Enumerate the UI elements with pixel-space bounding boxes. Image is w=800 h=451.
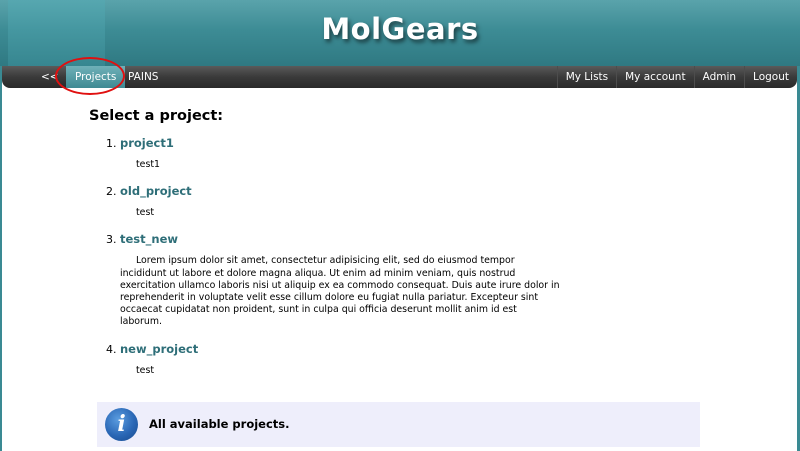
project-link[interactable]: old_project [120, 184, 192, 198]
nav-my-account-link[interactable]: My account [616, 66, 693, 88]
project-description: test [136, 364, 155, 376]
project-description: test1 [136, 159, 160, 170]
nav-my-lists-link[interactable]: My Lists [556, 66, 616, 88]
page-heading: Select a project: [89, 108, 224, 124]
main-navbar: << Projects PAINS My Lists My account Ad… [2, 66, 797, 88]
project-list-item: project1 test1 [120, 136, 709, 171]
project-link[interactable]: project1 [120, 136, 174, 150]
project-list-item: new_project test [120, 342, 709, 377]
site-title: MolGears [321, 12, 479, 46]
info-icon: i [105, 408, 138, 441]
project-link[interactable]: test_new [120, 232, 178, 246]
nav-admin-link[interactable]: Admin [693, 66, 744, 88]
project-description: test [136, 207, 155, 219]
main-content: Select a project: project1 test1 old_pro… [89, 108, 709, 390]
project-list-item: old_project test [120, 184, 709, 219]
info-message-text: All available projects. [149, 417, 290, 431]
nav-pains-link[interactable]: PAINS [128, 66, 158, 88]
nav-back-link[interactable]: << [41, 66, 59, 88]
nav-right-group: My Lists My account Admin Logout [556, 66, 797, 88]
project-link[interactable]: new_project [120, 342, 198, 356]
project-description: Lorem ipsum dolor sit amet, consectetur … [120, 255, 560, 328]
nav-logout-link[interactable]: Logout [744, 66, 797, 88]
project-list-item: test_new Lorem ipsum dolor sit amet, con… [120, 232, 709, 328]
project-list: project1 test1 old_project test test_new… [89, 136, 709, 377]
info-message-box: i All available projects. [97, 402, 700, 447]
site-header: MolGears [0, 0, 800, 66]
nav-projects-link[interactable]: Projects [66, 66, 126, 88]
